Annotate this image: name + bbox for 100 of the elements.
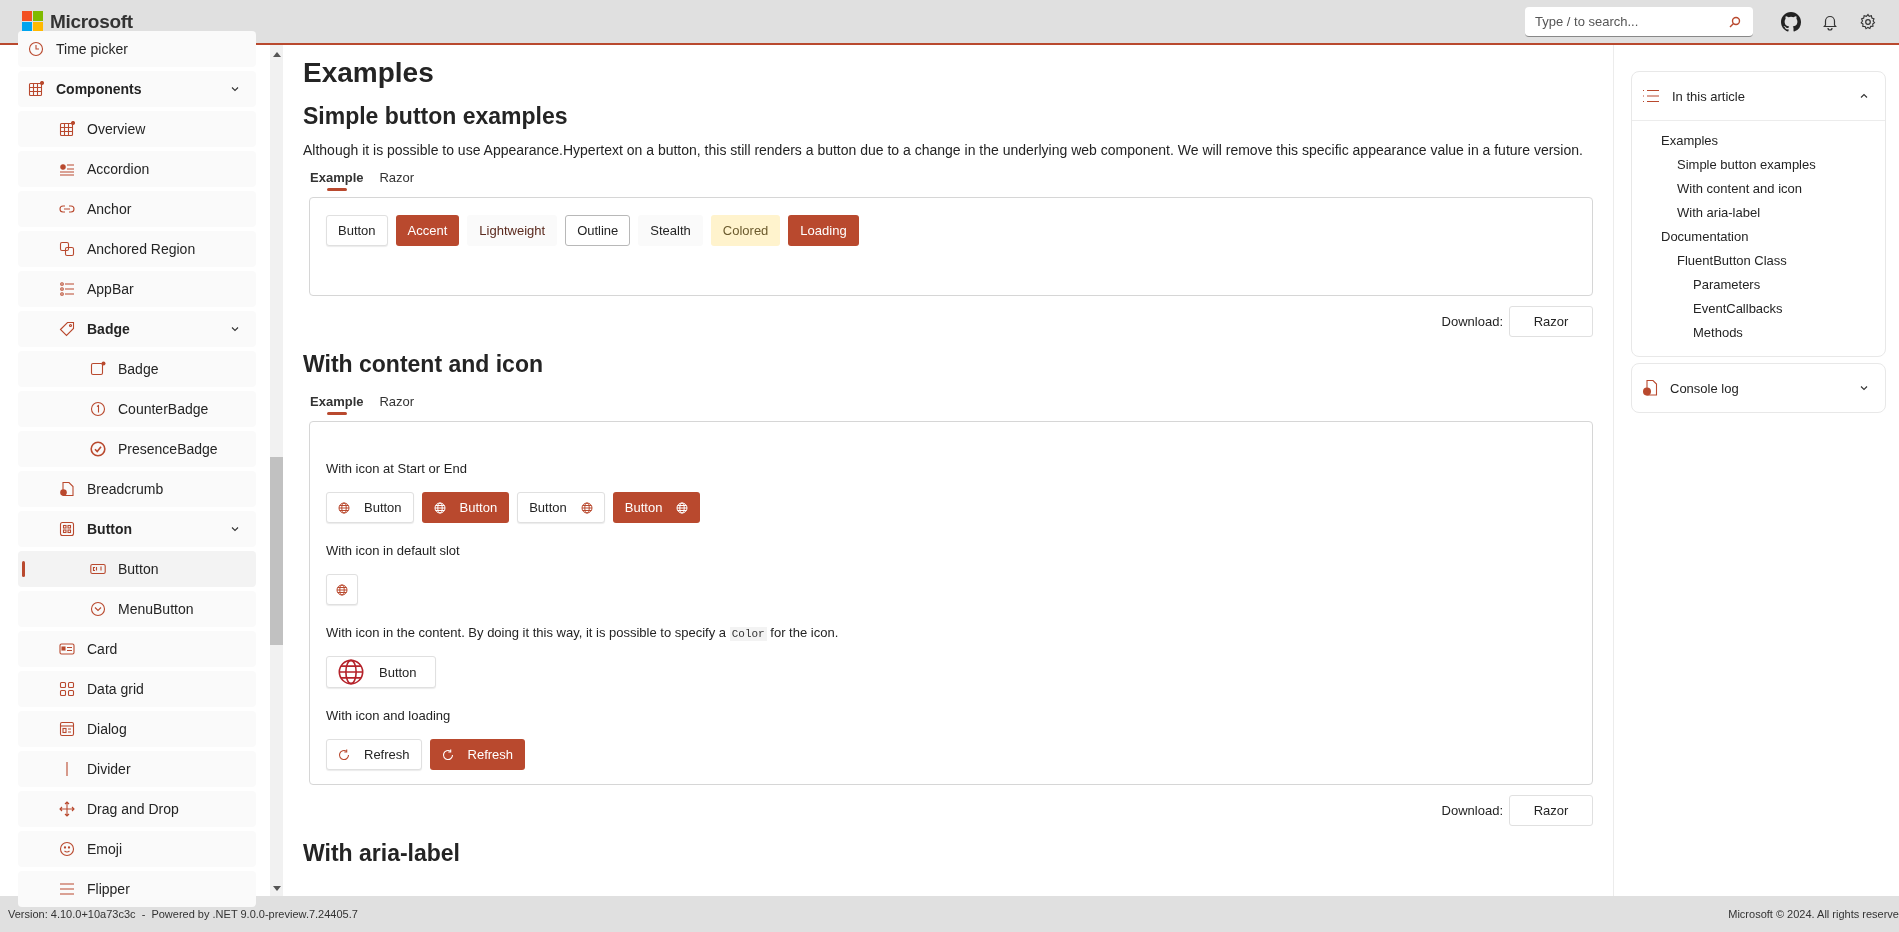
scrollbar[interactable] xyxy=(270,45,283,896)
refresh-icon xyxy=(338,748,350,761)
chevron-circle-icon xyxy=(90,601,106,617)
demo-button[interactable]: Button xyxy=(421,492,510,523)
copyright-text: Microsoft © 2024. All rights reserve xyxy=(1728,908,1899,920)
nav-item[interactable]: Overview xyxy=(18,111,256,147)
nav-item[interactable]: Accordion xyxy=(18,151,256,187)
nav-item[interactable]: Flipper xyxy=(18,871,256,907)
nav-item[interactable]: MenuButton xyxy=(18,591,256,627)
table-icon xyxy=(59,121,75,137)
demo-button[interactable]: Button xyxy=(326,215,388,246)
example-caption: With icon in default slot xyxy=(326,543,461,558)
nav-group[interactable]: Badge xyxy=(18,311,256,347)
globe-icon xyxy=(336,583,348,596)
toc-link[interactable]: Methods xyxy=(1693,325,1885,340)
nav-item[interactable]: AppBar xyxy=(18,271,256,307)
toc-link[interactable]: With content and icon xyxy=(1677,181,1885,196)
toc-link[interactable]: Simple button examples xyxy=(1677,157,1885,172)
toc-link[interactable]: Examples xyxy=(1661,133,1885,148)
chevron-icon xyxy=(1859,383,1869,393)
settings-icon[interactable] xyxy=(1859,12,1877,31)
smile-icon xyxy=(59,841,75,857)
scroll-up-icon[interactable] xyxy=(272,51,281,57)
chevron-icon xyxy=(230,324,240,334)
check-icon xyxy=(90,441,106,457)
nav-group[interactable]: Button xyxy=(18,511,256,547)
tag-icon xyxy=(59,321,75,337)
tab[interactable]: Example xyxy=(309,390,365,415)
download-label: Download: xyxy=(1441,803,1503,818)
search-icon xyxy=(1729,15,1741,28)
globe-icon xyxy=(338,501,350,514)
section-description: Although it is possible to use Appearance.Hypertext on a button, this still renders a button due to a change in the underlying web component. We will remove this specific appearance value in a future version. xyxy=(303,142,1584,158)
scroll-down-icon[interactable] xyxy=(272,886,281,892)
page-title: Examples xyxy=(303,57,435,89)
globe-button[interactable] xyxy=(326,574,358,605)
demo-button[interactable]: Refresh xyxy=(326,739,422,770)
demo-button[interactable]: Loading xyxy=(788,215,859,246)
demo-button[interactable]: Button xyxy=(612,492,701,523)
globe-icon xyxy=(433,501,446,514)
demo-button[interactable]: Refresh xyxy=(429,739,526,770)
toc-link[interactable]: FluentButton Class xyxy=(1677,253,1885,268)
nav-item[interactable]: Anchor xyxy=(18,191,256,227)
nav-item[interactable]: Anchored Region xyxy=(18,231,256,267)
tab[interactable]: Razor xyxy=(378,390,416,415)
nav-item[interactable]: Divider xyxy=(18,751,256,787)
demo-button[interactable]: Colored xyxy=(710,215,781,246)
download-label: Download: xyxy=(1441,314,1503,329)
demo-button[interactable]: Button xyxy=(326,492,414,523)
download-button[interactable]: Razor xyxy=(1509,795,1593,826)
clock-icon xyxy=(28,41,44,57)
accordion-icon xyxy=(59,161,75,177)
example-caption: With icon in the content. By doing it this way, it is possible to specify a Color for the icon. xyxy=(326,625,840,640)
demo-button[interactable]: Button xyxy=(517,492,605,523)
download-button[interactable]: Razor xyxy=(1509,306,1593,337)
nav-item[interactable]: Dialog xyxy=(18,711,256,747)
toc-link[interactable]: Documentation xyxy=(1661,229,1885,244)
demo-button[interactable]: Lightweight xyxy=(467,215,558,246)
tab[interactable]: Razor xyxy=(378,166,416,191)
nav-item[interactable]: Card xyxy=(18,631,256,667)
nav-item[interactable]: Drag and Drop xyxy=(18,791,256,827)
github-icon[interactable] xyxy=(1781,11,1801,32)
badge-icon xyxy=(90,361,106,377)
nav-item[interactable]: CounterBadge xyxy=(18,391,256,427)
scrollbar-thumb[interactable] xyxy=(270,457,283,645)
bullets-icon xyxy=(59,281,75,297)
example-caption: With icon and loading xyxy=(326,708,452,723)
nav-item[interactable]: Breadcrumb xyxy=(18,471,256,507)
logo-text: Microsoft xyxy=(50,10,133,33)
refresh-icon xyxy=(441,748,454,761)
demo-button[interactable]: Outline xyxy=(565,215,631,246)
console-header[interactable]: Console log xyxy=(1632,364,1885,412)
nav-item[interactable]: Data grid xyxy=(18,671,256,707)
apps-icon xyxy=(59,521,75,537)
chevron-icon xyxy=(230,524,240,534)
demo-button[interactable]: Button xyxy=(326,656,436,688)
demo-button[interactable]: Accent xyxy=(395,215,460,246)
search-field[interactable]: Type / to search... xyxy=(1525,6,1753,37)
move-icon xyxy=(59,801,75,817)
nav-item[interactable]: Badge xyxy=(18,351,256,387)
dialog-icon xyxy=(59,721,75,737)
toc-link[interactable]: Parameters xyxy=(1693,277,1885,292)
nav-item[interactable]: Button xyxy=(18,551,256,587)
globe-icon xyxy=(580,501,593,514)
nav-item[interactable]: Emoji xyxy=(18,831,256,867)
chevron-icon xyxy=(1859,91,1869,101)
toc-link[interactable]: EventCallbacks xyxy=(1693,301,1885,316)
tab[interactable]: Example xyxy=(309,166,365,191)
nav-group[interactable]: Components xyxy=(18,71,256,107)
doc-icon xyxy=(59,481,75,497)
section-heading: With aria-label xyxy=(303,840,461,867)
example-caption: With icon at Start or End xyxy=(326,461,468,476)
nav-item[interactable]: Time picker xyxy=(18,31,256,67)
toc-link[interactable]: With aria-label xyxy=(1677,205,1885,220)
demo-button[interactable]: Stealth xyxy=(638,215,703,246)
card-icon xyxy=(59,641,75,657)
counter-icon xyxy=(90,401,106,417)
chevron-icon xyxy=(230,84,240,94)
nav-item[interactable]: PresenceBadge xyxy=(18,431,256,467)
toc-header[interactable]: In this article xyxy=(1632,72,1885,120)
ctrl-icon xyxy=(90,561,106,577)
